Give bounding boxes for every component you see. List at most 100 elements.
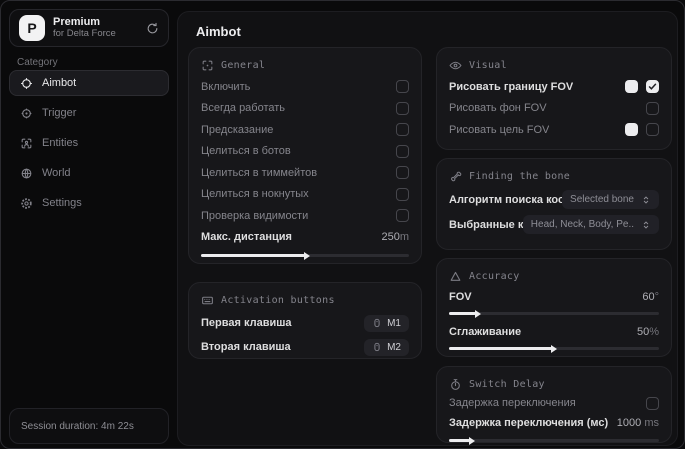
general-card: General Включить Всегда работать Предска…: [188, 47, 422, 264]
smoothing-slider[interactable]: [449, 347, 659, 350]
unfold-icon: [641, 220, 651, 230]
toggle-label: Целиться в ботов: [201, 145, 291, 158]
slider-value: 1000 ms: [616, 417, 659, 429]
toggle-row: Предсказание: [201, 119, 409, 141]
checkbox[interactable]: [396, 209, 409, 223]
select-value: Selected bone: [570, 194, 634, 205]
toggle-row: Всегда работать: [201, 98, 409, 120]
slider-label-row: Сглаживание 50%: [449, 322, 659, 341]
bone-header: Finding the bone: [449, 168, 659, 184]
checkbox[interactable]: [646, 396, 659, 410]
keybind-button-m2[interactable]: M2: [364, 338, 409, 356]
sidebar-item-label: Aimbot: [42, 77, 77, 89]
keybind-row: Первая клавиша M1: [201, 311, 409, 335]
checkbox[interactable]: [646, 101, 659, 115]
bone-label: Алгоритм поиска кост: [449, 193, 563, 206]
bone-row: Алгоритм поиска кост Selected bone: [449, 187, 659, 212]
keyboard-icon: [201, 294, 214, 307]
brand-title: Premium: [53, 16, 101, 29]
toggle-row: Целиться в ботов: [201, 141, 409, 163]
color-swatch[interactable]: [625, 123, 638, 137]
unfold-icon: [641, 195, 651, 205]
checkbox[interactable]: [646, 80, 659, 94]
gear-icon: [20, 197, 33, 210]
toggle-row: Задержка переключения: [449, 393, 659, 413]
main-panel: Aimbot General Включить Всегда работать …: [177, 11, 678, 446]
checkbox[interactable]: [396, 123, 409, 137]
premium-card[interactable]: P Premium for Delta Force: [9, 9, 169, 47]
visual-card: Visual Рисовать границу FOV Рисовать фон…: [436, 47, 672, 150]
bone-card: Finding the bone Алгоритм поиска кост Se…: [436, 158, 672, 250]
select-value: Head, Neck, Body, Pe..: [530, 219, 634, 230]
sidebar-item-settings[interactable]: Settings: [9, 190, 169, 216]
toggle-row: Целиться в нокнутых: [201, 184, 409, 206]
sidebar-item-world[interactable]: World: [9, 160, 169, 186]
toggle-label: Проверка видимости: [201, 209, 309, 222]
sidebar: P Premium for Delta Force Category Aimbo…: [1, 1, 177, 448]
checkbox[interactable]: [646, 123, 659, 137]
triangle-icon: [449, 270, 462, 283]
toggle-row: Включить: [201, 76, 409, 98]
general-header: General: [201, 57, 409, 73]
accuracy-card: Accuracy FOV 60° Сглаживание 50%: [436, 258, 672, 357]
keybind-value: M2: [387, 341, 401, 353]
world-icon: [20, 167, 33, 180]
sidebar-item-label: Entities: [42, 137, 79, 149]
checkbox[interactable]: [396, 187, 409, 201]
session-duration: Session duration: 4m 22s: [9, 408, 169, 444]
toggle-label: Задержка переключения: [449, 397, 576, 409]
slider-label-row: Макс. дистанция 250m: [201, 227, 409, 249]
slider-value: 50%: [636, 325, 659, 338]
switch-delay-slider[interactable]: [449, 439, 659, 442]
mouse-icon: [372, 318, 382, 328]
keybind-button-m1[interactable]: M1: [364, 314, 409, 332]
visual-row: Рисовать фон FOV: [449, 98, 659, 120]
visual-header-label: Visual: [469, 59, 507, 71]
slider-label: Макс. дистанция: [201, 231, 292, 244]
sidebar-item-entities[interactable]: Entities: [9, 130, 169, 156]
scan-icon: [201, 59, 214, 72]
max-distance-slider[interactable]: [201, 254, 409, 257]
visual-label: Рисовать цель FOV: [449, 123, 550, 136]
visual-label: Рисовать фон FOV: [449, 102, 547, 115]
selected-bones-select[interactable]: Head, Neck, Body, Pe..: [522, 215, 659, 234]
sidebar-item-label: Settings: [42, 197, 82, 209]
accuracy-header: Accuracy: [449, 268, 659, 284]
visual-header: Visual: [449, 57, 659, 73]
sidebar-item-aimbot[interactable]: Aimbot: [9, 70, 169, 96]
checkbox[interactable]: [396, 80, 409, 94]
sidebar-item-label: World: [42, 167, 71, 179]
toggle-label: Всегда работать: [201, 102, 286, 115]
slider-label-row: Задержка переключения (мс) 1000 ms: [449, 413, 659, 433]
checkbox[interactable]: [396, 166, 409, 180]
bone-algorithm-select[interactable]: Selected bone: [562, 190, 659, 209]
toggle-label: Целиться в тиммейтов: [201, 166, 318, 179]
activation-header: Activation buttons: [201, 292, 409, 308]
page-title: Aimbot: [196, 24, 241, 39]
checkbox[interactable]: [396, 101, 409, 115]
activation-header-label: Activation buttons: [221, 294, 335, 306]
slider-value: 250m: [381, 231, 409, 244]
bone-icon: [449, 170, 462, 183]
color-swatch[interactable]: [625, 80, 638, 94]
session-duration-text: Session duration: 4m 22s: [21, 420, 134, 432]
fov-slider[interactable]: [449, 312, 659, 315]
toggle-row: Проверка видимости: [201, 205, 409, 227]
eye-icon: [449, 59, 462, 72]
keybind-label: Первая клавиша: [201, 317, 292, 329]
sidebar-item-label: Trigger: [42, 107, 77, 119]
activation-card: Activation buttons Первая клавиша M1 Вто…: [188, 282, 422, 359]
mouse-icon: [372, 342, 382, 352]
brand-logo: P: [19, 15, 45, 41]
checkbox[interactable]: [396, 144, 409, 158]
app-window: P Premium for Delta Force Category Aimbo…: [0, 0, 685, 449]
sidebar-nav: Aimbot Trigger Entities World Settings: [9, 70, 169, 216]
keybind-label: Вторая клавиша: [201, 341, 291, 353]
stopwatch-icon: [449, 378, 462, 391]
sync-icon[interactable]: [146, 22, 159, 35]
slider-label-row: FOV 60°: [449, 287, 659, 306]
sidebar-item-trigger[interactable]: Trigger: [9, 100, 169, 126]
crosshair-icon: [20, 77, 33, 90]
visual-label: Рисовать границу FOV: [449, 80, 574, 93]
slider-label: Сглаживание: [449, 325, 522, 338]
